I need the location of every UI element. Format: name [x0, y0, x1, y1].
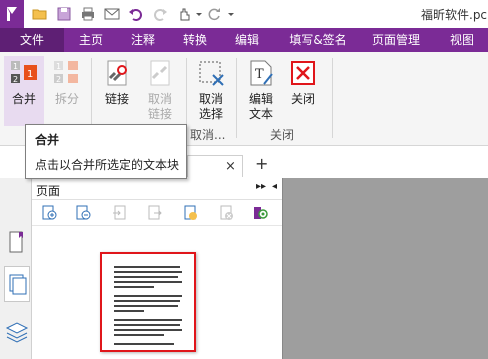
insert-page-icon[interactable]: [112, 205, 128, 221]
svg-text:2: 2: [56, 75, 61, 84]
new-tab-button[interactable]: +: [255, 154, 268, 173]
thumbnail-text-line: [114, 281, 182, 283]
ribbon-separator: [236, 58, 237, 138]
tab-file[interactable]: 文件: [0, 28, 64, 52]
panel-toolbar: [32, 200, 282, 226]
edit-text-label-line2: 文本: [248, 107, 273, 121]
pages-panel-button[interactable]: [4, 266, 30, 302]
page-thumbnail[interactable]: [100, 252, 196, 352]
pages-icon: [9, 274, 27, 295]
layers-panel-icon[interactable]: [4, 314, 30, 350]
thumbnail-text-line: [114, 286, 154, 288]
close-label: 关闭: [290, 92, 315, 106]
tab-view[interactable]: 视图: [444, 28, 480, 52]
window-title: 福昕软件.pc: [421, 8, 488, 22]
thumbnail-text-line: [114, 319, 182, 321]
thumbnail-text-line: [114, 324, 180, 326]
document-tab[interactable]: ×: [187, 155, 243, 177]
panel-title: 页面: [36, 184, 61, 198]
undo-icon[interactable]: [128, 6, 144, 22]
document-workspace[interactable]: [282, 178, 488, 359]
redo-icon[interactable]: [152, 6, 168, 22]
deselect-label-line1: 取消: [198, 92, 223, 106]
customize-icon[interactable]: [226, 6, 236, 22]
svg-text:1: 1: [27, 69, 33, 80]
hand-tool-icon[interactable]: [176, 6, 192, 22]
pages-panel: 页面 ▸▸ ◂: [32, 178, 282, 359]
ribbon-tab-bar: 文件 主页 注释 转换 编辑 填写&签名 页面管理 视图: [0, 28, 488, 52]
merge-button[interactable]: 1 2 1 合并: [4, 56, 44, 126]
svg-text:T: T: [255, 67, 264, 82]
email-icon[interactable]: [104, 6, 120, 22]
thumbnail-text-line: [114, 329, 182, 331]
unlink-icon: [150, 60, 170, 86]
split-label: 拆分: [54, 92, 79, 106]
tab-comment[interactable]: 注释: [126, 28, 160, 52]
deselect-button[interactable]: 取消 选择: [192, 56, 230, 126]
delete-page-icon[interactable]: [218, 205, 234, 221]
link-icon: [107, 60, 127, 86]
thumbnail-text-line: [114, 271, 182, 273]
thumbnail-text-line: [114, 300, 180, 302]
thumbnail-text-line: [114, 305, 178, 307]
svg-text:1: 1: [13, 62, 18, 71]
tab-page-management[interactable]: 页面管理: [368, 28, 424, 52]
tab-convert[interactable]: 转换: [178, 28, 212, 52]
expand-panel-icon[interactable]: ▸▸: [256, 181, 266, 192]
edit-text-label-line1: 编辑: [248, 92, 273, 106]
unlink-label-line1: 取消: [147, 92, 172, 106]
tab-fill-sign[interactable]: 填写&签名: [282, 28, 354, 52]
edit-text-icon: T: [250, 60, 273, 86]
link-button[interactable]: 链接: [98, 56, 136, 126]
link-label: 链接: [104, 92, 129, 106]
dropdown-icon[interactable]: [194, 6, 204, 22]
quick-access-toolbar: 福昕软件.pc: [0, 0, 488, 28]
redo-circle-icon[interactable]: [206, 6, 222, 22]
close-icon: [291, 61, 315, 85]
merge-icon: 1 2 1: [11, 61, 37, 84]
edit-text-button[interactable]: T 编辑 文本: [242, 56, 280, 126]
merge-label: 合并: [11, 92, 36, 106]
foxit-logo-icon[interactable]: [0, 0, 24, 28]
ribbon-separator: [332, 58, 333, 138]
split-icon: 1 2: [54, 61, 78, 84]
thumbnail-text-line: [114, 295, 182, 297]
panel-header: 页面 ▸▸ ◂: [32, 178, 282, 200]
deselect-icon: [199, 61, 224, 86]
thumbnail-text-line: [114, 334, 164, 336]
close-tab-icon[interactable]: ×: [225, 159, 236, 174]
zoom-out-icon[interactable]: [76, 205, 92, 221]
tooltip-description: 点击以合并所选定的文本块: [35, 158, 180, 172]
page-properties-icon[interactable]: [252, 205, 268, 221]
collapse-panel-icon[interactable]: ◂: [272, 181, 277, 192]
group-label-close: 关闭: [270, 128, 295, 142]
close-edit-button[interactable]: 关闭: [284, 56, 322, 126]
thumbnail-text-line: [114, 310, 144, 312]
unlink-button[interactable]: 取消 链接: [140, 56, 180, 126]
thumbnail-text-line: [114, 343, 174, 345]
tooltip-title: 合并: [35, 133, 60, 147]
print-icon[interactable]: [80, 6, 96, 22]
extract-page-icon[interactable]: [146, 205, 162, 221]
unlink-label-line2: 链接: [147, 107, 172, 121]
merge-tooltip: 合并 点击以合并所选定的文本块: [25, 124, 187, 179]
save-icon[interactable]: [56, 6, 72, 22]
thumbnail-text-line: [114, 276, 178, 278]
tab-edit[interactable]: 编辑: [230, 28, 264, 52]
zoom-in-icon[interactable]: [42, 205, 58, 221]
deselect-label-line2: 选择: [198, 107, 223, 121]
thumbnail-text-line: [114, 266, 180, 268]
left-sidebar: [0, 178, 32, 359]
split-button[interactable]: 1 2 拆分: [48, 56, 86, 126]
svg-text:2: 2: [13, 75, 18, 84]
bookmark-panel-icon[interactable]: [4, 224, 30, 260]
tab-home[interactable]: 主页: [74, 28, 108, 52]
svg-text:1: 1: [56, 62, 61, 71]
open-folder-icon[interactable]: [32, 6, 48, 22]
group-label-deselect: 取消...: [190, 128, 226, 142]
rotate-page-icon[interactable]: [182, 205, 198, 221]
